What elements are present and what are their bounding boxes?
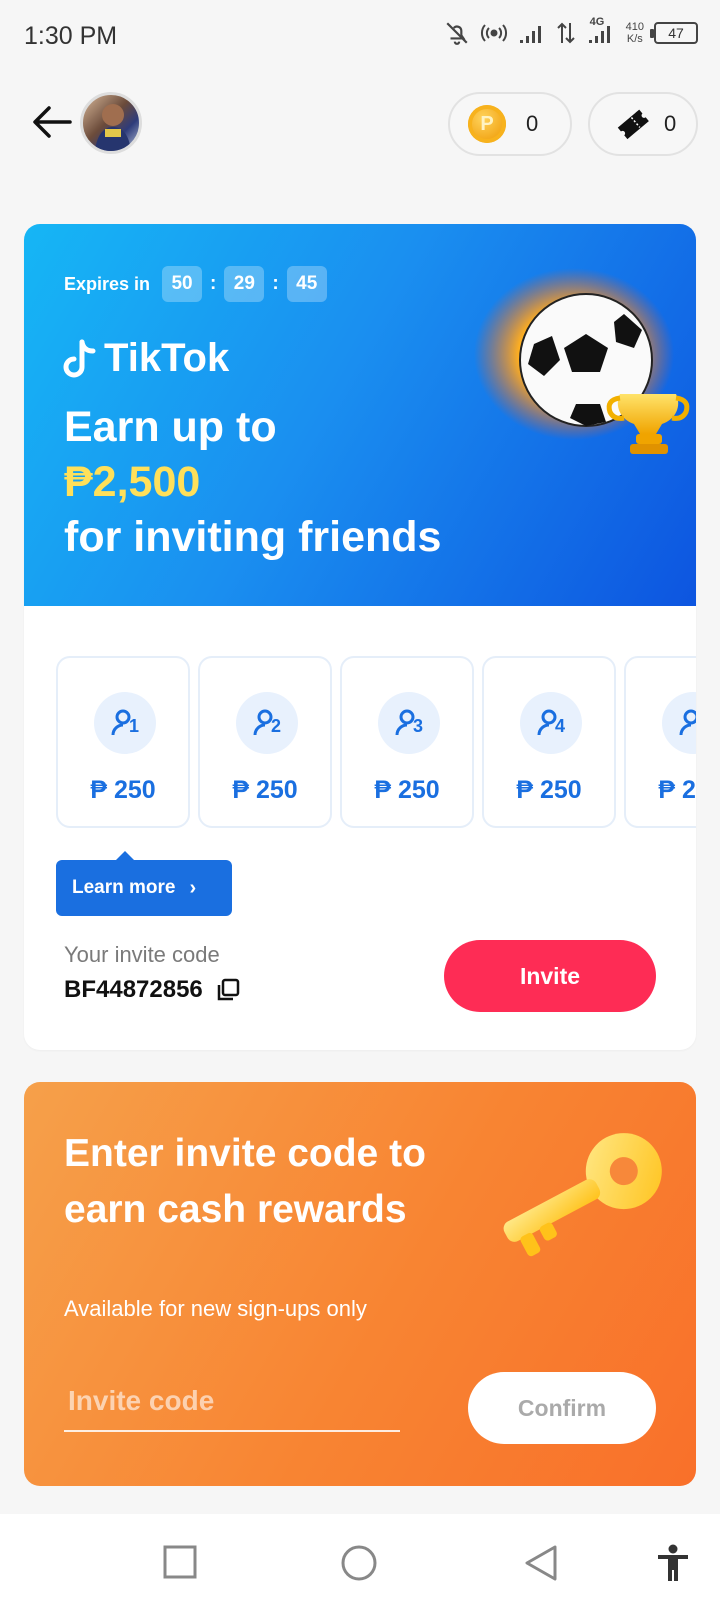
back-button[interactable] xyxy=(30,100,74,144)
invite-code-input[interactable] xyxy=(64,1372,400,1432)
enter-code-title: Enter invite code to earn cash rewards xyxy=(64,1132,426,1231)
enter-code-subtitle: Available for new sign-ups only xyxy=(64,1296,367,1321)
headline-line-2: for inviting friends xyxy=(64,513,442,561)
expiry-timer: Expires in 50 : 29 : 45 xyxy=(64,266,327,302)
promo-headline: Earn up to ₱2,500 for inviting friends xyxy=(64,400,441,565)
status-bar: 1:30 PM 4G 410 K/s 47 xyxy=(0,0,720,76)
friend-icon: 5 xyxy=(662,692,696,754)
friend-icon: 1 xyxy=(94,692,156,754)
status-icons: 4G 410 K/s 47 xyxy=(444,16,698,46)
mute-bell-icon xyxy=(446,22,468,45)
tier-amount: ₱ 250 xyxy=(658,776,696,804)
friend-icon: 2 xyxy=(236,692,298,754)
net-speed-unit: K/s xyxy=(626,33,643,45)
key-illustration xyxy=(503,1133,662,1257)
reward-tier-1[interactable]: 1 ₱ 250 xyxy=(56,656,190,828)
tier-amount: ₱ 250 xyxy=(90,776,156,804)
signal-icon xyxy=(519,26,541,43)
net-speed: 410 K/s xyxy=(626,21,644,45)
avatar-image xyxy=(95,104,131,151)
tier-number: 4 xyxy=(555,716,566,736)
friend-icon: 3 xyxy=(378,692,440,754)
headline-line-1: Earn up to xyxy=(64,403,277,451)
system-nav-bar xyxy=(0,1514,720,1612)
coin-symbol: P xyxy=(480,112,494,135)
invite-button[interactable]: Invite xyxy=(444,940,656,1012)
arrow-left-icon xyxy=(33,106,72,138)
reward-tier-4[interactable]: 4 ₱ 250 xyxy=(482,656,616,828)
coin-icon: P xyxy=(468,105,506,143)
battery-icon: 47 xyxy=(650,22,698,44)
copy-icon[interactable] xyxy=(215,977,241,1003)
enter-invite-card: Enter invite code to earn cash rewards A… xyxy=(24,1082,696,1486)
soccer-ball-trophy-illustration xyxy=(474,268,690,454)
invite-code-value: BF44872856 xyxy=(64,976,203,1003)
signal-4g: 4G xyxy=(586,16,616,44)
confirm-button[interactable]: Confirm xyxy=(468,1372,656,1444)
headline-amount: ₱2,500 xyxy=(64,458,201,506)
friend-icon: 4 xyxy=(520,692,582,754)
reward-tiers: 1 ₱ 250 2 ₱ 250 3 ₱ 250 4 ₱ 250 ₱ 2 xyxy=(56,656,696,828)
learn-more-button[interactable]: Learn more › xyxy=(56,851,232,916)
timer-seconds: 45 xyxy=(286,266,327,302)
promo-banner: Expires in 50 : 29 : 45 TikTok Earn up t… xyxy=(24,224,696,606)
network-type-label: 4G xyxy=(589,16,605,28)
learn-more-label: Learn more xyxy=(72,877,176,898)
tier-number: 2 xyxy=(271,716,282,736)
net-speed-value: 410 xyxy=(625,21,644,33)
coins-balance[interactable]: P 0 xyxy=(448,92,572,156)
accessibility-icon[interactable] xyxy=(656,1544,690,1582)
tickets-value: 0 xyxy=(664,111,677,136)
reward-tier-3[interactable]: 3 ₱ 250 xyxy=(340,656,474,828)
tier-number: 3 xyxy=(413,716,424,736)
reward-tier-2[interactable]: 2 ₱ 250 xyxy=(198,656,332,828)
coins-value: 0 xyxy=(526,111,539,136)
tier-amount: ₱ 250 xyxy=(232,776,298,804)
brand-name: TikTok xyxy=(104,336,230,380)
home-circle-icon[interactable] xyxy=(340,1544,378,1582)
back-triangle-icon[interactable] xyxy=(524,1544,558,1582)
expires-label: Expires in xyxy=(64,273,151,294)
data-transfer-icon xyxy=(556,22,575,44)
tier-amount: ₱ 250 xyxy=(516,776,582,804)
invite-code-row: BF44872856 xyxy=(64,976,241,1004)
status-time: 1:30 PM xyxy=(24,22,118,50)
timer-minutes: 29 xyxy=(224,266,265,302)
tier-amount: ₱ 250 xyxy=(374,776,440,804)
hotspot-icon xyxy=(480,24,507,42)
tier-number: 1 xyxy=(129,716,140,736)
ticket-icon xyxy=(617,109,649,140)
reward-tier-5[interactable]: 5 ₱ 250 xyxy=(624,656,696,828)
avatar[interactable] xyxy=(80,92,142,154)
recent-apps-square-icon[interactable] xyxy=(162,1544,198,1580)
brand-logo: TikTok xyxy=(62,336,229,381)
timer-hours: 50 xyxy=(162,266,203,302)
invite-code-label: Your invite code xyxy=(64,942,220,967)
invite-card: Expires in 50 : 29 : 45 TikTok Earn up t… xyxy=(24,224,696,1050)
tiktok-note-icon xyxy=(63,339,96,377)
chevron-right-icon: › xyxy=(189,876,197,899)
tickets-balance[interactable]: 0 xyxy=(588,92,698,156)
